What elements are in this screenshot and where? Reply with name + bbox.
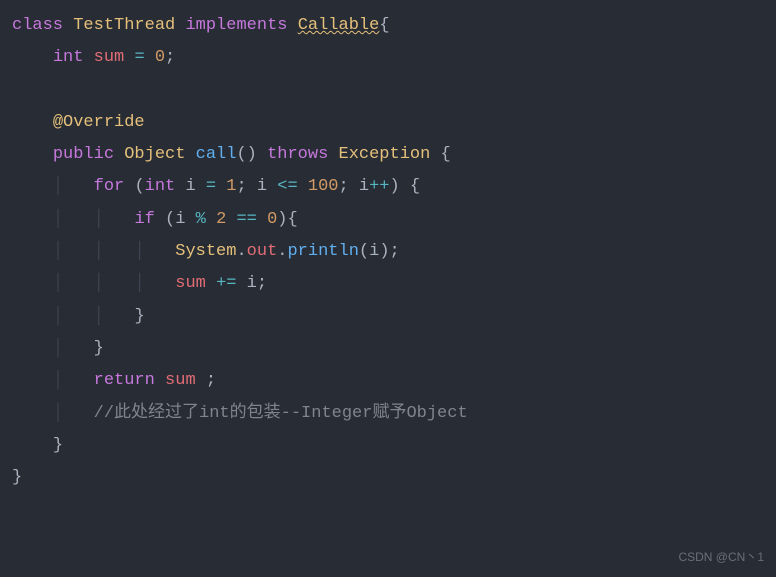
operator-inc: ++	[369, 177, 389, 196]
field-sum: sum	[165, 371, 196, 390]
operator-le: <=	[277, 177, 297, 196]
operator-pluseq: +=	[216, 274, 236, 293]
field-sum: sum	[94, 48, 125, 67]
type-exception: Exception	[339, 145, 431, 164]
var-i: i	[175, 210, 185, 229]
semicolon: ;	[236, 177, 246, 196]
semicolon: ;	[390, 242, 400, 261]
interface-callable: Callable	[298, 16, 380, 35]
type-object: Object	[124, 145, 185, 164]
keyword-class: class	[12, 16, 63, 35]
brace-close: }	[12, 468, 22, 487]
paren-open: (	[165, 210, 175, 229]
class-system: System	[175, 242, 236, 261]
type-int: int	[145, 177, 176, 196]
brace-close: }	[134, 307, 144, 326]
brace-close: }	[94, 339, 104, 358]
parens: )	[379, 242, 389, 261]
class-name: TestThread	[73, 16, 175, 35]
method-println: println	[287, 242, 358, 261]
keyword-if: if	[134, 210, 154, 229]
number-one: 1	[226, 177, 236, 196]
var-i: i	[359, 177, 369, 196]
operator-eq: =	[134, 48, 144, 67]
number-hundred: 100	[308, 177, 339, 196]
number-zero: 0	[267, 210, 277, 229]
brace-open: {	[287, 210, 297, 229]
var-i: i	[257, 177, 267, 196]
operator-mod: %	[196, 210, 206, 229]
semicolon: ;	[206, 371, 216, 390]
watermark: CSDN @CN丶1	[678, 546, 764, 569]
number-zero: 0	[155, 48, 165, 67]
field-out: out	[247, 242, 278, 261]
parens: (	[359, 242, 369, 261]
parens: ()	[236, 145, 256, 164]
paren-open: (	[134, 177, 144, 196]
dot: .	[236, 242, 246, 261]
operator-eqeq: ==	[236, 210, 256, 229]
brace-open: {	[379, 16, 389, 35]
brace-open: {	[441, 145, 451, 164]
var-i: i	[369, 242, 379, 261]
annotation-override: @Override	[53, 113, 145, 132]
method-call: call	[196, 145, 237, 164]
dot: .	[277, 242, 287, 261]
operator-eq: =	[206, 177, 216, 196]
semicolon: ;	[165, 48, 175, 67]
var-i: i	[185, 177, 195, 196]
brace-open: {	[410, 177, 420, 196]
field-sum: sum	[175, 274, 206, 293]
semicolon: ;	[257, 274, 267, 293]
keyword-for: for	[94, 177, 125, 196]
keyword-public: public	[53, 145, 114, 164]
keyword-return: return	[94, 371, 155, 390]
keyword-throws: throws	[267, 145, 328, 164]
var-i: i	[247, 274, 257, 293]
code-block: class TestThread implements Callable{ in…	[12, 10, 776, 494]
type-int: int	[53, 48, 84, 67]
semicolon: ;	[339, 177, 349, 196]
paren-close: )	[277, 210, 287, 229]
brace-close: }	[53, 436, 63, 455]
number-two: 2	[216, 210, 226, 229]
keyword-implements: implements	[185, 16, 287, 35]
comment: //此处经过了int的包装--Integer赋予Object	[94, 404, 468, 423]
paren-close: )	[390, 177, 400, 196]
